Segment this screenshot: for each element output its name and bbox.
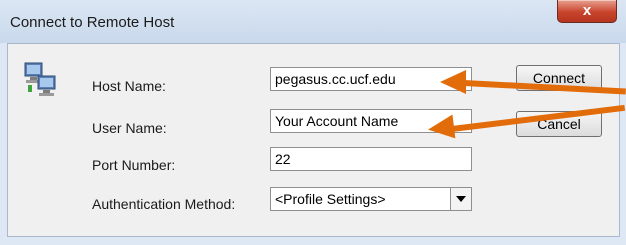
window-title: Connect to Remote Host [10, 14, 175, 31]
port-number-label: Port Number: [92, 157, 176, 173]
authentication-method-select[interactable]: <Profile Settings> [270, 187, 472, 211]
close-button[interactable]: x [557, 0, 617, 23]
chevron-down-icon[interactable] [450, 188, 471, 210]
host-name-label: Host Name: [92, 78, 166, 94]
port-number-input[interactable]: 22 [270, 147, 472, 171]
authentication-method-label: Authentication Method: [92, 196, 236, 212]
authentication-method-value: <Profile Settings> [275, 191, 386, 207]
close-icon: x [582, 2, 592, 19]
dialog-window: Connect to Remote Host x Host Name: User… [0, 0, 626, 245]
titlebar[interactable]: Connect to Remote Host x [0, 0, 626, 43]
user-name-label: User Name: [92, 120, 167, 136]
computer-network-icon [24, 62, 56, 96]
